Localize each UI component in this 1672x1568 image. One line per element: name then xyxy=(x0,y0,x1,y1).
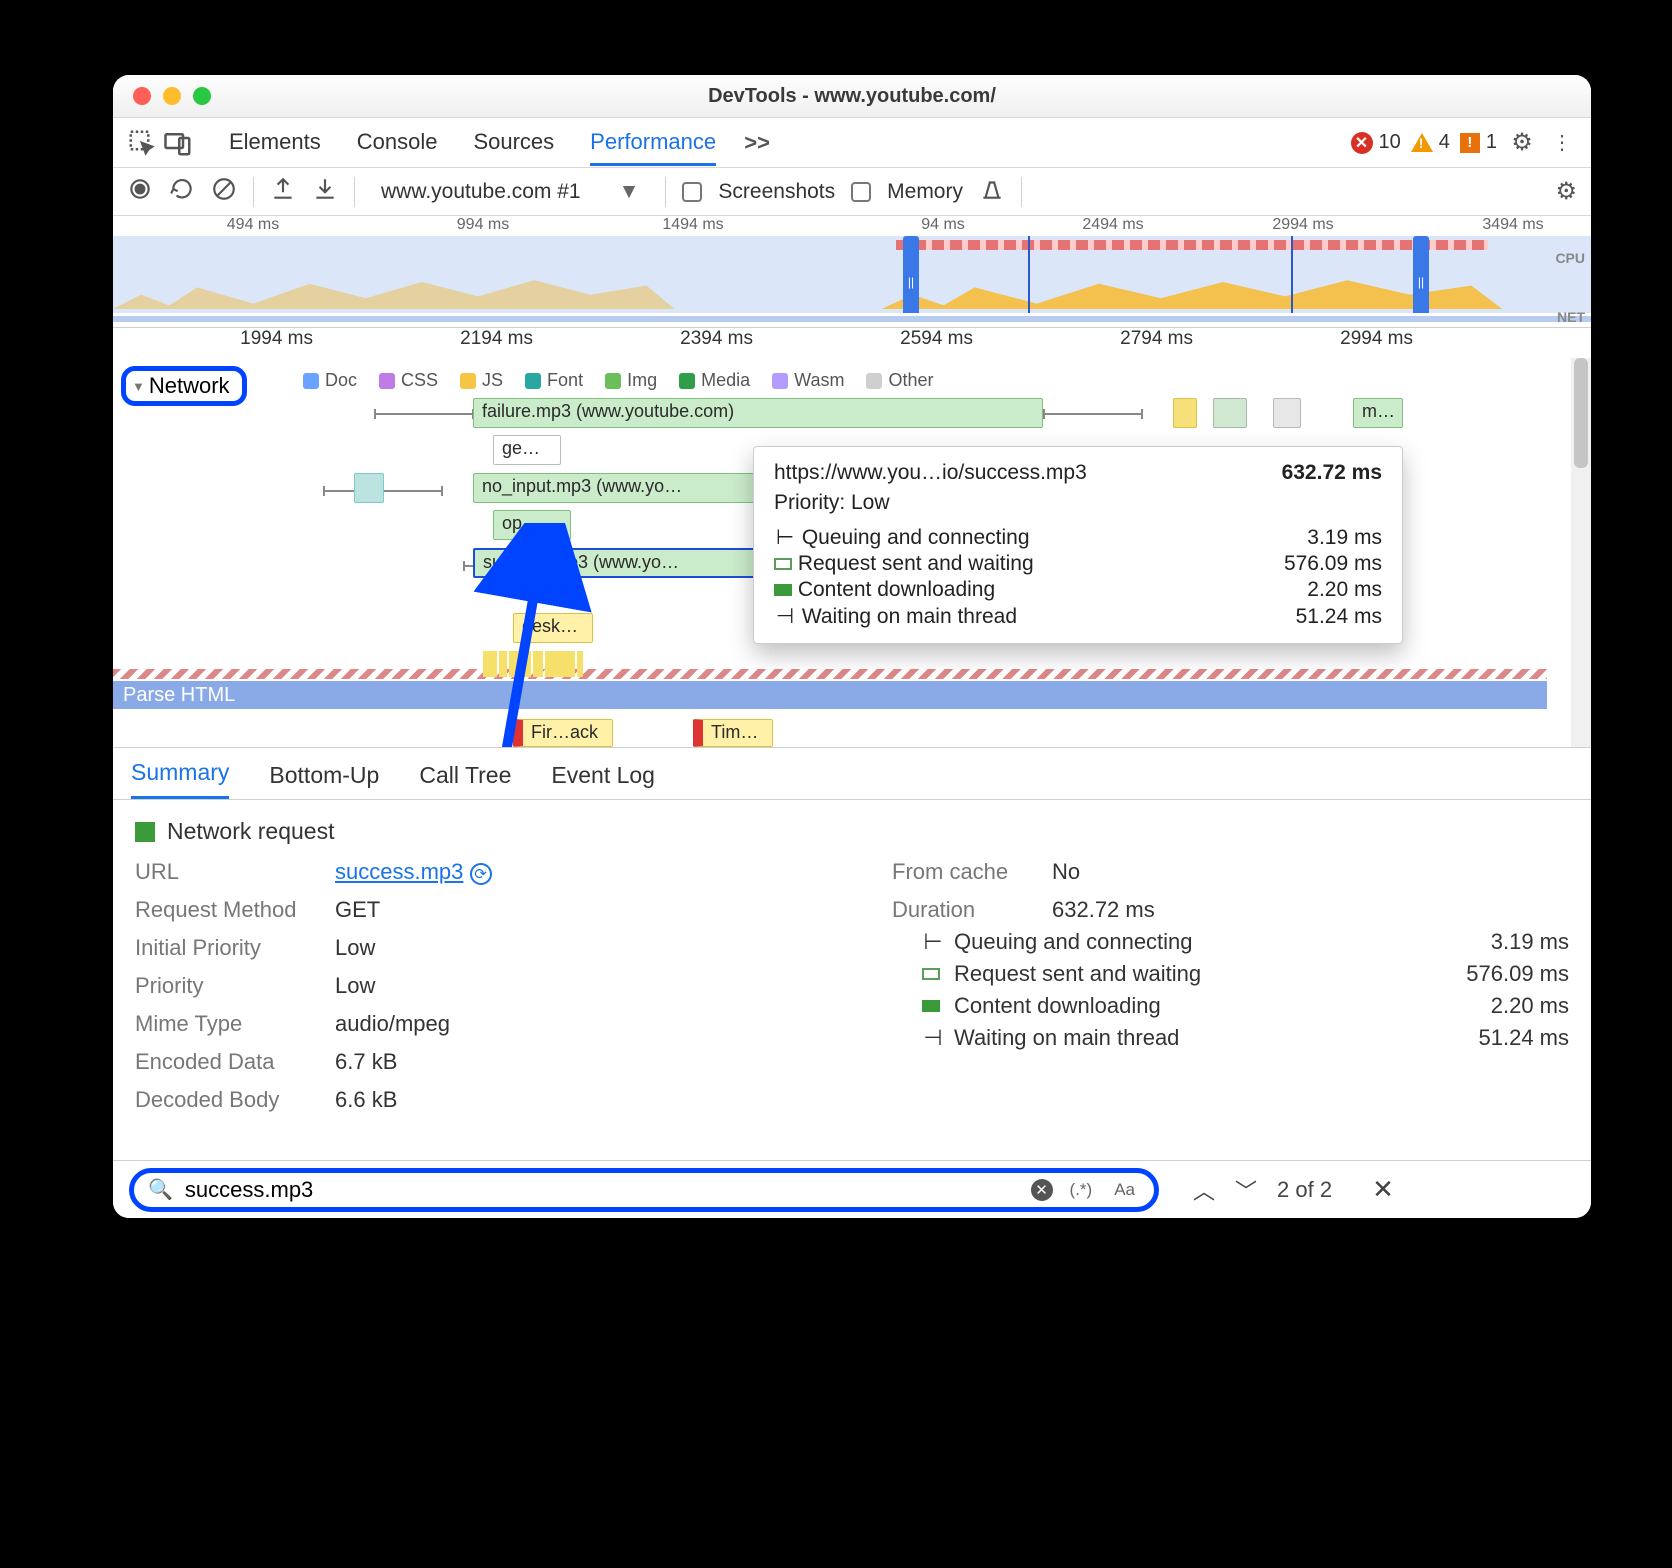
more-tabs-icon[interactable]: >> xyxy=(742,128,772,158)
clear-icon[interactable] xyxy=(211,176,237,208)
tab-console[interactable]: Console xyxy=(357,119,438,166)
bar-op[interactable]: op… xyxy=(493,510,571,540)
flame-row xyxy=(483,651,1547,677)
flamechart[interactable]: 1994 ms2194 ms2394 ms2594 ms2794 ms2994 … xyxy=(113,328,1591,748)
tab-sources[interactable]: Sources xyxy=(473,119,554,166)
legend-other[interactable]: Other xyxy=(866,370,933,391)
regex-toggle[interactable]: (.*) xyxy=(1065,1177,1098,1203)
legend-doc[interactable]: Doc xyxy=(303,370,357,391)
prev-match-icon[interactable]: ︿ xyxy=(1193,1174,1215,1206)
error-count[interactable]: ✕ 10 xyxy=(1351,131,1401,154)
settings-icon[interactable]: ⚙ xyxy=(1507,128,1537,158)
tooltip-priority: Priority: Low xyxy=(774,491,1382,515)
screenshots-checkbox[interactable] xyxy=(682,182,702,202)
legend-js[interactable]: JS xyxy=(460,370,503,391)
target-select[interactable]: www.youtube.com #1 ▼ xyxy=(371,176,649,208)
close-search-icon[interactable]: ✕ xyxy=(1372,1174,1394,1205)
tab-call-tree[interactable]: Call Tree xyxy=(419,762,511,799)
record-icon[interactable] xyxy=(127,176,153,208)
bar-m[interactable]: m… xyxy=(1353,398,1403,428)
network-legend: Doc CSS JS Font Img Media Wasm Other xyxy=(303,370,933,391)
search-icon: 🔍 xyxy=(148,1177,173,1202)
download-icon[interactable] xyxy=(312,176,338,208)
bar-tim[interactable]: Tim… xyxy=(693,719,773,747)
memory-checkbox[interactable] xyxy=(851,182,871,202)
reload-icon[interactable] xyxy=(169,176,195,208)
traffic-lights xyxy=(133,87,211,105)
network-section-toggle[interactable]: Network xyxy=(121,366,247,406)
main-toolbar: Elements Console Sources Performance >> … xyxy=(113,118,1591,168)
legend-wasm[interactable]: Wasm xyxy=(772,370,844,391)
cpu-label: CPU xyxy=(1555,250,1585,266)
overview-timeline[interactable]: 494 ms994 ms1494 ms94 ms2494 ms2994 ms34… xyxy=(113,216,1591,328)
bar-failure[interactable]: failure.mp3 (www.youtube.com) xyxy=(473,398,1043,428)
case-toggle[interactable]: Aa xyxy=(1109,1177,1140,1203)
tab-summary[interactable]: Summary xyxy=(131,759,229,799)
perf-toolbar: www.youtube.com #1 ▼ Screenshots Memory … xyxy=(113,168,1591,216)
bar-ge[interactable]: ge… xyxy=(493,435,561,465)
tooltip-url: https://www.you…io/success.mp3 xyxy=(774,461,1087,485)
gc-icon[interactable] xyxy=(979,176,1005,208)
chevron-down-icon: ▼ xyxy=(619,180,640,204)
capture-settings-icon[interactable]: ⚙ xyxy=(1555,177,1577,206)
summary-heading: Network request xyxy=(135,818,1569,845)
tab-event-log[interactable]: Event Log xyxy=(551,762,655,799)
legend-css[interactable]: CSS xyxy=(379,370,438,391)
memory-label: Memory xyxy=(887,180,963,204)
issue-icon: ! xyxy=(1460,133,1480,153)
summary-panel: Network request URLsuccess.mp3 ⟳ Request… xyxy=(113,800,1591,1160)
zoom-icon[interactable] xyxy=(193,87,211,105)
clear-search-icon[interactable]: ✕ xyxy=(1031,1179,1053,1201)
net-label: NET xyxy=(1557,309,1585,325)
bar-success[interactable]: success.mp3 (www.yo… xyxy=(473,548,763,578)
inspect-icon[interactable] xyxy=(127,128,157,158)
upload-icon[interactable] xyxy=(270,176,296,208)
bar-fir[interactable]: Fir…ack xyxy=(513,719,613,747)
screenshots-label: Screenshots xyxy=(718,180,835,204)
tab-performance[interactable]: Performance xyxy=(590,119,716,166)
tab-elements[interactable]: Elements xyxy=(229,119,321,166)
minimize-icon[interactable] xyxy=(163,87,181,105)
legend-media[interactable]: Media xyxy=(679,370,750,391)
replay-icon[interactable]: ⟳ xyxy=(470,863,492,885)
search-bar: 🔍 ✕ (.*) Aa ︿ ﹀ 2 of 2 ✕ xyxy=(113,1160,1591,1218)
hover-tooltip: https://www.you…io/success.mp3 632.72 ms… xyxy=(753,446,1403,644)
scrollbar[interactable] xyxy=(1571,358,1591,747)
bar-desk[interactable]: desk… xyxy=(513,613,593,643)
warning-count[interactable]: 4 xyxy=(1411,131,1450,154)
summary-url-link[interactable]: success.mp3 xyxy=(335,859,463,884)
window-title: DevTools - www.youtube.com/ xyxy=(113,85,1591,108)
search-pill: 🔍 ✕ (.*) Aa xyxy=(129,1168,1159,1212)
legend-img[interactable]: Img xyxy=(605,370,657,391)
search-input[interactable] xyxy=(185,1177,1019,1203)
issue-count[interactable]: ! 1 xyxy=(1460,131,1497,154)
bar-parse-html[interactable]: Parse HTML xyxy=(113,681,1547,709)
device-toggle-icon[interactable] xyxy=(163,128,193,158)
match-count: 2 of 2 xyxy=(1277,1177,1332,1203)
error-icon: ✕ xyxy=(1351,132,1373,154)
tab-bottom-up[interactable]: Bottom-Up xyxy=(269,762,379,799)
bar-no-input[interactable]: no_input.mp3 (www.yo… xyxy=(473,473,763,503)
panel-tabs: Elements Console Sources Performance xyxy=(229,119,716,166)
devtools-window: DevTools - www.youtube.com/ Elements Con… xyxy=(113,75,1591,1218)
legend-font[interactable]: Font xyxy=(525,370,583,391)
kebab-icon[interactable]: ⋮ xyxy=(1547,128,1577,158)
next-match-icon[interactable]: ﹀ xyxy=(1235,1174,1257,1206)
summary-tabs: Summary Bottom-Up Call Tree Event Log xyxy=(113,748,1591,800)
warning-icon xyxy=(1411,133,1433,152)
tooltip-duration: 632.72 ms xyxy=(1282,461,1382,485)
titlebar: DevTools - www.youtube.com/ xyxy=(113,75,1591,118)
close-icon[interactable] xyxy=(133,87,151,105)
